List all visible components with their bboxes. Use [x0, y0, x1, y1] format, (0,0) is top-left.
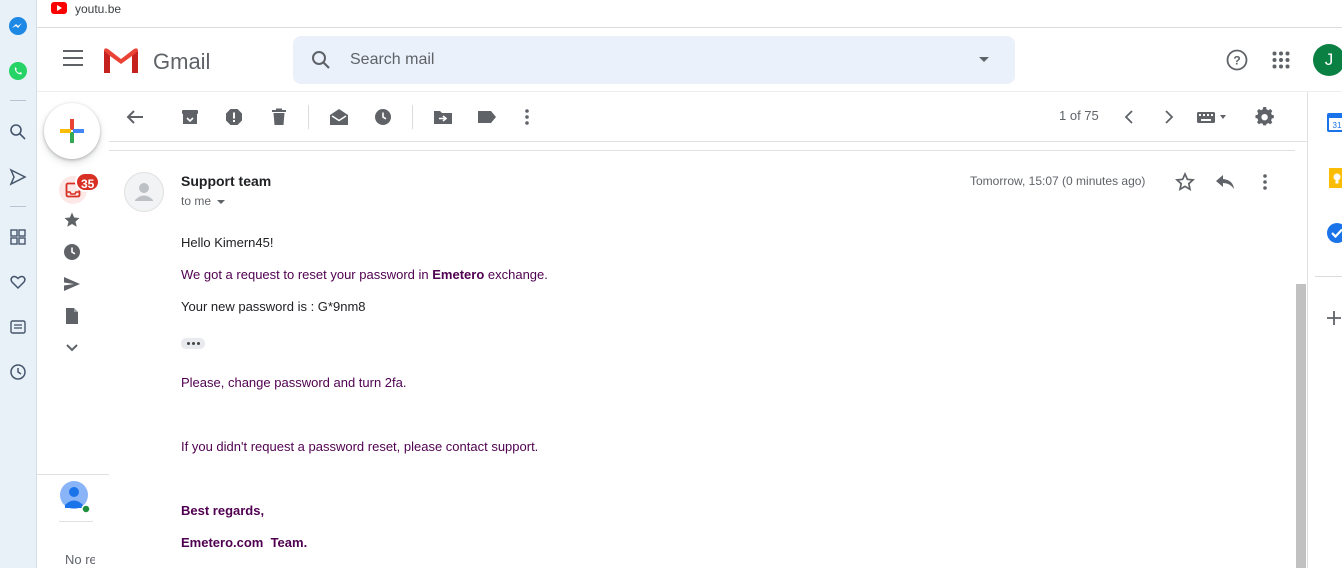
search-bar[interactable]: Search mail: [293, 36, 1015, 84]
report-spam-icon[interactable]: [222, 105, 246, 129]
new-password-text: Your new password is : G*9nm8: [181, 299, 366, 314]
account-avatar[interactable]: J: [1313, 44, 1342, 76]
browser-tab-strip: youtu.be: [37, 0, 1342, 28]
inbox-unread-badge: 35: [75, 172, 101, 192]
history-icon[interactable]: [7, 361, 29, 383]
help-icon[interactable]: ?: [1226, 49, 1248, 71]
settings-gear-icon[interactable]: [1253, 105, 1277, 129]
signoff-text: Best regards,: [181, 503, 265, 518]
browser-sidebar: [0, 0, 37, 568]
recipient-details[interactable]: to me: [181, 194, 226, 208]
send-icon[interactable]: [7, 166, 29, 188]
compose-plus-icon: [60, 119, 84, 143]
gmail-logo-icon[interactable]: [102, 45, 140, 75]
contact-support-text: If you didn't request a password reset, …: [181, 439, 539, 454]
label-icon[interactable]: [475, 105, 499, 129]
sender-avatar: [124, 172, 164, 212]
search-options-dropdown-icon[interactable]: [979, 57, 989, 62]
hangouts-status-text: No re: [65, 552, 95, 567]
tab-label[interactable]: youtu.be: [75, 2, 121, 16]
reset-request-suffix: exchange.: [484, 267, 548, 282]
more-options-icon[interactable]: [515, 105, 539, 129]
snoozed-icon[interactable]: [61, 241, 83, 263]
news-icon[interactable]: [7, 316, 29, 338]
search-icon[interactable]: [7, 121, 29, 143]
input-tools-keyboard-icon[interactable]: [1195, 105, 1229, 129]
get-addons-plus-icon[interactable]: [1326, 310, 1342, 332]
whatsapp-icon[interactable]: [7, 60, 29, 82]
youtube-icon: [51, 2, 67, 14]
newer-chevron-left-icon[interactable]: [1117, 105, 1141, 129]
drafts-icon[interactable]: [61, 305, 83, 327]
apps-grid-icon[interactable]: [7, 226, 29, 248]
hangouts-user-icon[interactable]: [60, 481, 90, 513]
mark-as-read-icon[interactable]: [327, 105, 351, 129]
recipient-label: to me: [181, 194, 212, 208]
compose-button[interactable]: [44, 103, 100, 159]
tasks-icon[interactable]: [1326, 222, 1342, 244]
snooze-clock-icon[interactable]: [371, 105, 395, 129]
star-icon[interactable]: [1174, 171, 1196, 193]
team-signature: Emetero.com Team.: [181, 535, 308, 550]
recipient-details-caret-icon[interactable]: [217, 199, 226, 204]
message-date: Tomorrow, 15:07 (0 minutes ago): [970, 174, 1146, 188]
google-apps-icon[interactable]: [1272, 51, 1290, 69]
message-view: Support team to me Tomorrow, 15:07 (0 mi…: [109, 150, 1295, 568]
gmail-nav-rail: 35 No re: [37, 92, 109, 568]
main-menu-icon[interactable]: [63, 50, 83, 71]
reset-request-text: We got a request to reset your password …: [181, 267, 548, 282]
calendar-icon[interactable]: 31: [1326, 111, 1342, 133]
gmail-header: Gmail Search mail ? J: [37, 28, 1342, 92]
change-password-text: Please, change password and turn 2fa.: [181, 375, 407, 390]
starred-icon[interactable]: [61, 209, 83, 231]
side-panel: 31: [1307, 92, 1342, 568]
reset-request-prefix: We got a request to reset your password …: [181, 267, 433, 282]
show-trimmed-content-button[interactable]: [181, 338, 205, 349]
greeting-text: Hello Kimern45!: [181, 235, 274, 250]
older-chevron-right-icon[interactable]: [1157, 105, 1181, 129]
message-more-options-icon[interactable]: [1254, 171, 1276, 193]
svg-text:31: 31: [1333, 121, 1342, 130]
brand-name: Emetero: [432, 267, 485, 282]
back-arrow-icon[interactable]: [123, 105, 147, 129]
move-to-icon[interactable]: [431, 105, 455, 129]
pagination-count: 1 of 75: [1059, 108, 1099, 123]
search-icon[interactable]: [311, 50, 331, 70]
scrollbar-thumb[interactable]: [1296, 284, 1306, 568]
svg-text:?: ?: [1233, 54, 1240, 68]
app-name: Gmail: [153, 49, 211, 74]
reply-icon[interactable]: [1214, 171, 1236, 193]
messenger-icon[interactable]: [7, 15, 29, 37]
search-input[interactable]: Search mail: [350, 51, 434, 69]
sent-icon[interactable]: [61, 273, 83, 295]
heart-icon[interactable]: [7, 271, 29, 293]
sender-name: Support team: [181, 173, 272, 189]
archive-icon[interactable]: [178, 105, 202, 129]
keep-icon[interactable]: [1326, 167, 1342, 189]
more-chevron-down-icon[interactable]: [61, 337, 83, 359]
message-toolbar: 1 of 75: [109, 92, 1307, 142]
delete-icon[interactable]: [267, 105, 291, 129]
